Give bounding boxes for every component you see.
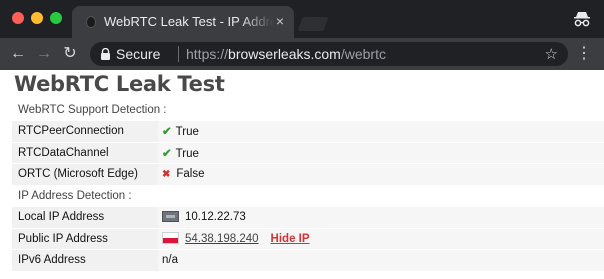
section-header-ip: IP Address Detection : bbox=[12, 185, 604, 207]
table-row: Local IP Address 10.12.22.73 bbox=[12, 206, 604, 229]
table-row: ORTC (Microsoft Edge) ✖ False bbox=[12, 163, 604, 186]
cross-icon: ✖ bbox=[162, 169, 171, 181]
row-value: ✔ True bbox=[158, 142, 604, 164]
value-text: True bbox=[175, 126, 199, 139]
network-card-icon bbox=[162, 211, 179, 223]
address-bar[interactable]: Secure https://browserleaks.com/webrtc ☆ bbox=[90, 42, 568, 66]
row-label: ORTC (Microsoft Edge) bbox=[12, 163, 158, 186]
section-title: WebRTC Support Detection : bbox=[12, 99, 604, 121]
new-tab-button[interactable] bbox=[297, 17, 329, 31]
tab-title: WebRTC Leak Test - IP Address bbox=[104, 14, 274, 29]
tab-favicon-icon bbox=[86, 16, 96, 28]
row-label: Public IP Address bbox=[12, 228, 158, 250]
row-label: Local IP Address bbox=[12, 206, 158, 229]
secure-label: Secure bbox=[116, 46, 161, 62]
browser-title-bar: WebRTC Leak Test - IP Address × bbox=[0, 0, 604, 38]
star-icon[interactable]: ☆ bbox=[545, 45, 558, 63]
value-text: False bbox=[176, 168, 205, 181]
table-row: IPv6 Address n/a bbox=[12, 249, 604, 272]
hide-ip-link[interactable]: Hide IP bbox=[271, 233, 310, 245]
arrow-right-icon[interactable]: → bbox=[34, 44, 54, 64]
url-divider bbox=[178, 46, 179, 62]
webrtc-info-table: WebRTC Support Detection : RTCPeerConnec… bbox=[12, 99, 604, 272]
arrow-left-icon[interactable]: ← bbox=[8, 44, 28, 64]
url-host: browserleaks.com bbox=[228, 46, 341, 62]
table-row: RTCDataChannel ✔ True bbox=[12, 142, 604, 164]
browser-tab-active[interactable]: WebRTC Leak Test - IP Address × bbox=[72, 6, 294, 38]
check-icon: ✔ bbox=[162, 147, 172, 160]
value-text: True bbox=[175, 147, 199, 160]
incognito-icon[interactable] bbox=[572, 9, 592, 29]
row-value: 10.12.22.73 bbox=[158, 206, 604, 229]
row-label: IPv6 Address bbox=[12, 249, 158, 272]
url-text[interactable]: https://browserleaks.com/webrtc bbox=[186, 46, 386, 62]
section-header-support: WebRTC Support Detection : bbox=[12, 99, 604, 121]
url-path: /webrtc bbox=[340, 46, 386, 62]
kebab-menu-icon[interactable]: ⋮ bbox=[576, 44, 592, 64]
table-row: RTCPeerConnection ✔ True bbox=[12, 120, 604, 143]
browser-toolbar: ← → ↻ Secure https://browserleaks.com/we… bbox=[0, 38, 604, 70]
row-label: RTCDataChannel bbox=[12, 142, 158, 164]
local-ip-value: 10.12.22.73 bbox=[185, 211, 246, 224]
window-close-button[interactable] bbox=[12, 12, 24, 24]
row-value: n/a bbox=[158, 249, 604, 272]
url-scheme: https:// bbox=[186, 46, 229, 62]
page-title: WebRTC Leak Test bbox=[14, 72, 225, 96]
lock-icon bbox=[101, 48, 110, 60]
check-icon: ✔ bbox=[162, 126, 172, 139]
public-ip-link[interactable]: 54.38.198.240 bbox=[185, 233, 259, 245]
table-row: Public IP Address 54.38.198.240 Hide IP bbox=[12, 228, 604, 250]
row-value: ✔ True bbox=[158, 120, 604, 143]
row-value: 54.38.198.240 Hide IP bbox=[158, 228, 604, 250]
window-minimize-button[interactable] bbox=[31, 12, 43, 24]
row-value: ✖ False bbox=[158, 163, 604, 186]
reload-icon[interactable]: ↻ bbox=[60, 44, 80, 64]
row-label: RTCPeerConnection bbox=[12, 120, 158, 143]
window-maximize-button[interactable] bbox=[50, 12, 62, 24]
flag-icon bbox=[162, 232, 179, 245]
tab-close-icon[interactable]: × bbox=[276, 13, 284, 29]
section-title: IP Address Detection : bbox=[12, 185, 604, 207]
